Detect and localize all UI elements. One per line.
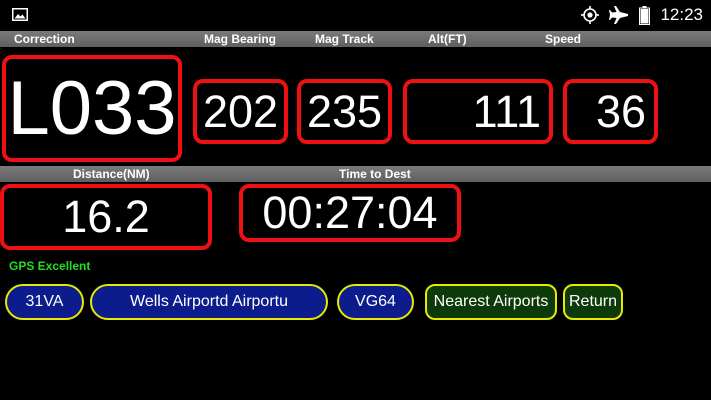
correction-value: L033 <box>2 55 182 162</box>
return-button[interactable]: Return <box>563 284 623 320</box>
status-icons: 12:23 <box>571 4 703 26</box>
clock: 12:23 <box>660 5 703 24</box>
airport-name-button[interactable]: Wells Airportd Airportu <box>90 284 328 320</box>
speed-header: Speed <box>545 32 582 46</box>
mag-track-header: Mag Track <box>315 32 374 46</box>
origin-button[interactable]: 31VA <box>5 284 84 320</box>
mag-bearing-header: Mag Bearing <box>204 32 277 46</box>
battery-icon <box>639 5 651 25</box>
gallery-icon <box>12 8 28 21</box>
alt-header: Alt(FT) <box>428 32 467 46</box>
distance-header: Distance(NM) <box>73 167 150 181</box>
time-to-dest-value: 00:27:04 <box>239 184 461 242</box>
mag-bearing-value: 202 <box>193 79 288 144</box>
gps-icon <box>581 6 600 24</box>
mag-track-value: 235 <box>297 79 392 144</box>
top-header-strip: Correction Mag Bearing Mag Track Alt(FT)… <box>0 31 711 47</box>
distance-value: 16.2 <box>0 184 212 250</box>
alt-value: 111 <box>403 79 553 144</box>
destination-button[interactable]: VG64 <box>337 284 414 320</box>
time-to-dest-header: Time to Dest <box>339 167 411 181</box>
mid-header-strip: Distance(NM) Time to Dest <box>0 166 711 182</box>
correction-header: Correction <box>14 32 75 46</box>
speed-value: 36 <box>563 79 658 144</box>
gps-status: GPS Excellent <box>9 259 91 273</box>
nearest-airports-button[interactable]: Nearest Airports <box>425 284 557 320</box>
status-bar: 12:23 <box>0 0 711 30</box>
airplane-mode-icon <box>609 6 629 24</box>
